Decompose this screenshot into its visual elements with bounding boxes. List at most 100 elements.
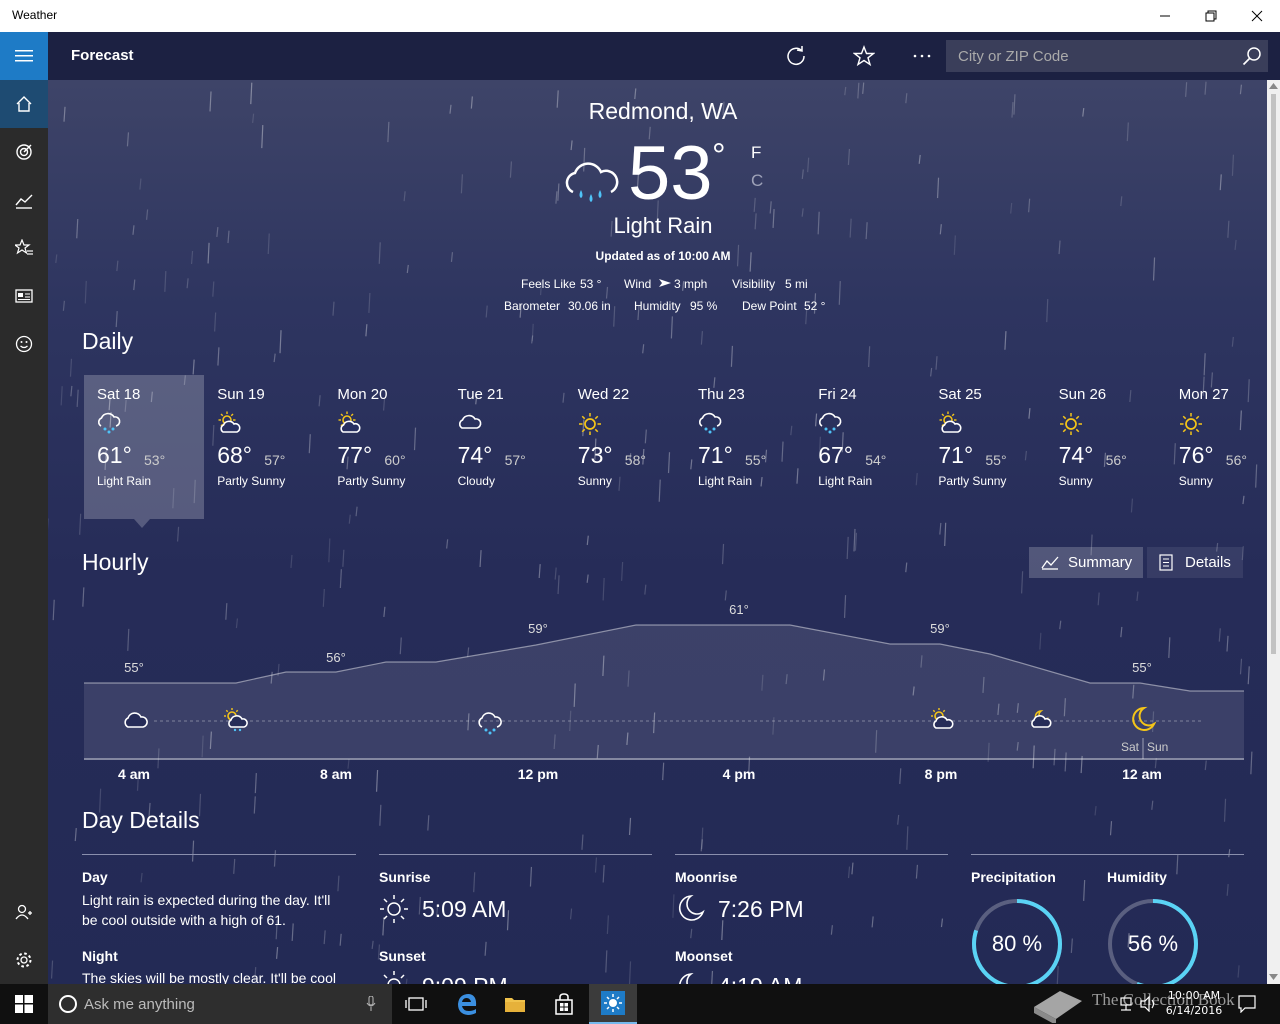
rain-streak bbox=[701, 827, 704, 850]
rain-streak bbox=[192, 359, 195, 375]
sun-icon bbox=[1058, 411, 1084, 442]
rain-streak bbox=[586, 535, 589, 546]
rain-streak bbox=[939, 522, 942, 535]
day-card[interactable]: Wed 22 73° 58° Sunny bbox=[565, 375, 685, 519]
rain-streak bbox=[557, 183, 560, 201]
favorite-button[interactable] bbox=[840, 32, 888, 80]
more-icon bbox=[913, 54, 931, 58]
location-search-input[interactable] bbox=[946, 40, 1236, 72]
day-card[interactable]: Fri 24 67° 54° Light Rain bbox=[805, 375, 925, 519]
taskbar-file-explorer-button[interactable] bbox=[491, 984, 539, 1024]
rain-streak bbox=[862, 82, 865, 94]
scrollbar-thumb[interactable] bbox=[1271, 94, 1276, 654]
rain-streak bbox=[605, 286, 609, 299]
rain-streak bbox=[1237, 965, 1240, 978]
day-card[interactable]: Mon 27 76° 56° Sunny bbox=[1166, 375, 1267, 519]
day-high-temp: 74° bbox=[1058, 442, 1094, 468]
rain-streak bbox=[801, 208, 804, 217]
nav-places[interactable] bbox=[0, 224, 48, 272]
cortana-search-input[interactable] bbox=[84, 984, 354, 1024]
hourly-time-label: 12 pm bbox=[517, 766, 559, 782]
precipitation-label: Precipitation bbox=[971, 869, 1056, 885]
taskbar-edge-button[interactable] bbox=[443, 984, 491, 1024]
rain-streak bbox=[935, 356, 938, 370]
moonset-time: 4:19 AM bbox=[718, 973, 802, 984]
taskbar-weather-button[interactable] bbox=[589, 984, 637, 1024]
more-options-button[interactable] bbox=[898, 32, 946, 80]
rain-streak bbox=[700, 331, 703, 345]
unit-celsius-toggle[interactable]: C bbox=[751, 171, 763, 191]
nav-life[interactable] bbox=[0, 320, 48, 368]
rain-streak bbox=[1094, 805, 1097, 816]
rain-streak bbox=[1204, 81, 1207, 95]
rain-streak bbox=[209, 91, 212, 112]
rain-streak bbox=[378, 242, 381, 264]
day-card[interactable]: Thu 23 71° 55° Light Rain bbox=[685, 375, 805, 519]
rain-streak bbox=[847, 866, 851, 879]
nav-news[interactable] bbox=[0, 272, 48, 320]
rain-streak bbox=[164, 271, 167, 292]
scroll-down-icon[interactable] bbox=[1269, 974, 1278, 980]
restore-button[interactable] bbox=[1188, 0, 1234, 32]
microphone-icon[interactable] bbox=[366, 996, 376, 1012]
system-clock[interactable]: 10:00 AM 6/14/2016 bbox=[1160, 988, 1228, 1018]
start-button[interactable] bbox=[0, 984, 48, 1024]
action-center-icon[interactable] bbox=[1238, 995, 1256, 1013]
rain-streak bbox=[570, 140, 573, 151]
minimize-button[interactable] bbox=[1142, 0, 1188, 32]
rain-streak bbox=[843, 595, 847, 618]
rain-streak bbox=[1021, 571, 1024, 594]
search-button[interactable] bbox=[1236, 40, 1268, 72]
rain-streak bbox=[1070, 938, 1073, 954]
day-card[interactable]: Sun 26 74° 56° Sunny bbox=[1046, 375, 1166, 519]
rain-streak bbox=[427, 815, 430, 831]
details-toggle-button[interactable]: Details bbox=[1147, 547, 1243, 578]
rain-streak bbox=[290, 554, 293, 569]
rain-streak bbox=[1185, 82, 1188, 97]
day-condition: Light Rain bbox=[97, 474, 152, 488]
nav-forecast[interactable] bbox=[0, 80, 48, 128]
task-view-button[interactable] bbox=[392, 984, 440, 1024]
rain-streak bbox=[140, 872, 143, 883]
day-card[interactable]: Mon 20 77° 60° Partly Sunny bbox=[324, 375, 444, 519]
day-low-temp: 54° bbox=[865, 452, 887, 468]
nav-maps[interactable] bbox=[0, 128, 48, 176]
degree-symbol: ° bbox=[712, 137, 726, 175]
unit-fahrenheit-toggle[interactable]: F bbox=[751, 143, 761, 163]
rain-cloud-icon bbox=[478, 712, 502, 735]
day-card[interactable]: Tue 21 74° 57° Cloudy bbox=[445, 375, 565, 519]
vertical-scrollbar[interactable] bbox=[1267, 80, 1280, 984]
day-name: Tue 21 bbox=[457, 386, 504, 403]
taskbar-store-button[interactable] bbox=[540, 984, 588, 1024]
rain-streak bbox=[79, 513, 82, 535]
details-label: Details bbox=[1185, 554, 1231, 571]
rain-streak bbox=[1239, 84, 1243, 95]
nav-account[interactable] bbox=[0, 888, 48, 936]
rain-streak bbox=[1227, 220, 1230, 238]
refresh-button[interactable] bbox=[772, 32, 820, 80]
day-card[interactable]: Sat 25 71° 55° Partly Sunny bbox=[925, 375, 1045, 519]
rain-streak bbox=[730, 345, 734, 367]
day-condition: Sunny bbox=[1058, 474, 1093, 488]
hamburger-menu-button[interactable] bbox=[0, 32, 48, 80]
nav-settings[interactable] bbox=[0, 936, 48, 984]
day-summary-line-2: be cool outside with a high of 61. bbox=[82, 912, 286, 928]
scroll-up-icon[interactable] bbox=[1269, 83, 1278, 89]
nav-historical-weather[interactable] bbox=[0, 176, 48, 224]
rain-streak bbox=[146, 209, 149, 220]
rain-streak bbox=[273, 850, 277, 867]
day-card[interactable]: Sat 18 61° 53° Light Rain bbox=[84, 375, 204, 519]
rain-streak bbox=[328, 538, 331, 563]
rain-streak bbox=[176, 526, 180, 542]
updated-time: Updated as of 10:00 AM bbox=[595, 249, 731, 263]
volume-icon[interactable] bbox=[1140, 996, 1158, 1012]
rain-streak bbox=[212, 281, 215, 297]
rain-streak bbox=[509, 161, 513, 178]
network-icon[interactable] bbox=[1118, 996, 1134, 1012]
rain-streak bbox=[322, 588, 325, 607]
close-button[interactable] bbox=[1234, 0, 1280, 32]
rain-streak bbox=[387, 121, 390, 143]
summary-toggle-button[interactable]: Summary bbox=[1029, 547, 1143, 578]
rain-streak bbox=[721, 920, 724, 941]
day-card[interactable]: Sun 19 68° 57° Partly Sunny bbox=[204, 375, 324, 519]
